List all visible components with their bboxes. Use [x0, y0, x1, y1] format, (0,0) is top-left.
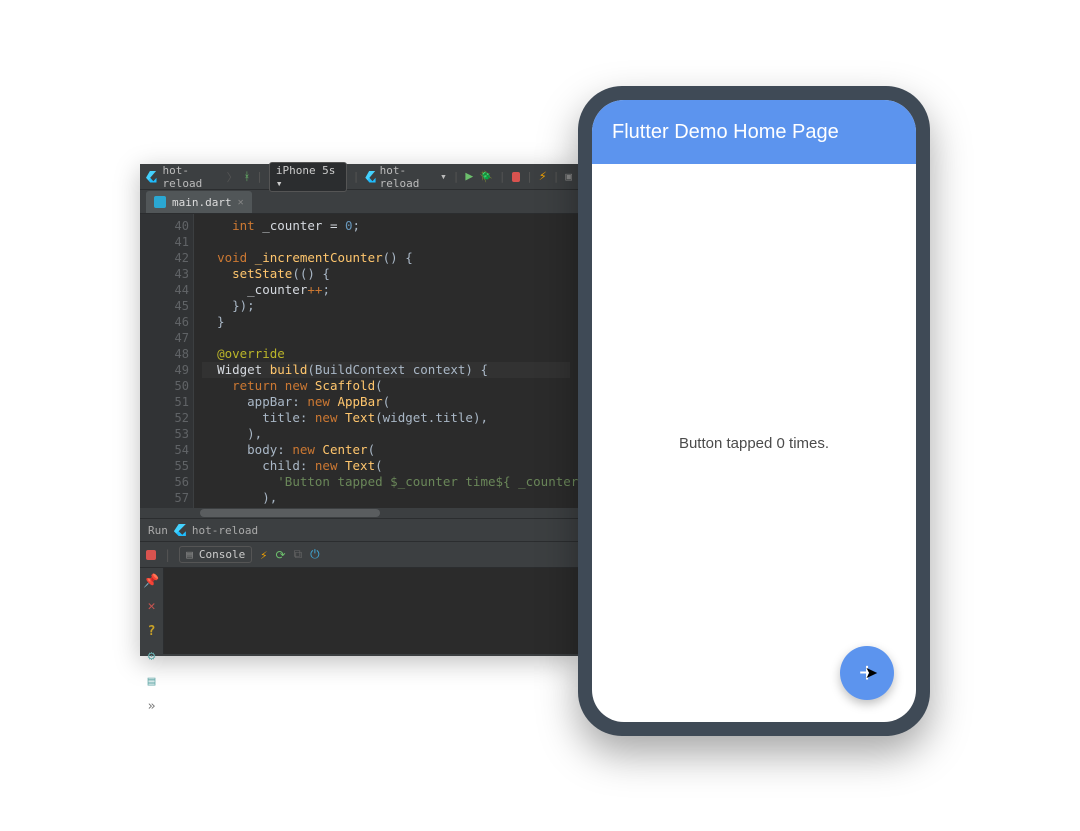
pin-icon[interactable]: 📌 [143, 574, 159, 589]
divider: | [499, 170, 506, 183]
close-panel-icon[interactable]: ✕ [148, 599, 156, 614]
project-name[interactable]: hot-reload [163, 164, 221, 190]
branch-icon: ᚼ [244, 170, 251, 183]
stop-button[interactable] [512, 172, 521, 182]
device-selector[interactable]: iPhone 5s ▾ [269, 162, 347, 192]
flutter-logo-icon [174, 524, 186, 536]
device-screen: Flutter Demo Home Page Button tapped 0 t… [592, 100, 916, 722]
chevron-down-icon: ▾ [440, 170, 447, 183]
console-icon: ▤ [186, 548, 193, 561]
file-tab-label: main.dart [172, 196, 232, 209]
divider: | [453, 170, 460, 183]
console-panel: 📌 ✕ ? ⚙ ▤ » [140, 568, 578, 654]
hot-reload-button[interactable]: ⚡ [539, 169, 547, 184]
run-button[interactable]: ▶ [465, 169, 473, 184]
chevron-down-icon: ▾ [276, 177, 283, 190]
scrollbar-thumb[interactable] [200, 509, 380, 517]
console-toolbar: | ▤ Console ⚡ ⟳ ⧉ ⏻ [140, 542, 578, 568]
inspector-button[interactable]: ⧉ [294, 547, 303, 562]
more-icon[interactable]: ▣ [565, 170, 572, 183]
app-body: Button tapped 0 times. [592, 164, 916, 722]
fab-increment[interactable]: + ➤ [840, 646, 894, 700]
close-icon[interactable]: ✕ [238, 197, 244, 208]
flutter-logo-icon [146, 171, 157, 183]
cursor-icon: ➤ [865, 666, 878, 682]
run-config-label: hot-reload [380, 164, 437, 190]
counter-text: Button tapped 0 times. [679, 435, 829, 452]
console-tab[interactable]: ▤ Console [179, 546, 252, 563]
divider: | [553, 170, 560, 183]
expand-icon[interactable]: » [148, 699, 156, 714]
console-output[interactable] [164, 568, 578, 654]
divider: | [256, 170, 263, 183]
run-config-selector[interactable]: hot-reload ▾ [365, 164, 446, 190]
horizontal-scrollbar[interactable] [140, 508, 578, 518]
settings-icon[interactable]: ⚙ [148, 649, 156, 664]
open-observatory-button[interactable]: ⏻ [310, 547, 320, 562]
app-bar-title: Flutter Demo Home Page [612, 121, 839, 144]
ide-toolbar: hot-reload 〉 ᚼ | iPhone 5s ▾ | hot-reloa… [140, 164, 578, 190]
app-bar: Flutter Demo Home Page [592, 100, 916, 164]
divider: 〉 [227, 169, 238, 185]
stop-button[interactable] [146, 550, 156, 560]
debug-button[interactable]: 🪲 [479, 170, 493, 183]
divider: | [353, 170, 360, 183]
hot-reload-button[interactable]: ⚡ [260, 548, 267, 562]
run-panel-header[interactable]: Run hot-reload [140, 518, 578, 542]
console-sidebar: 📌 ✕ ? ⚙ ▤ » [140, 568, 164, 654]
code-area[interactable]: int _counter = 0; void _incrementCounter… [194, 214, 578, 518]
run-panel-label: Run [148, 524, 168, 537]
code-editor[interactable]: 4041424344454647484950515253545556575859… [140, 214, 578, 518]
restart-button[interactable]: ⟳ [275, 548, 285, 562]
divider: | [526, 170, 533, 183]
help-icon[interactable]: ? [148, 624, 156, 639]
dart-file-icon [154, 196, 166, 208]
console-tab-label: Console [199, 548, 245, 561]
flutter-logo-icon [365, 171, 375, 183]
run-panel-config: hot-reload [192, 524, 258, 537]
device-label: iPhone 5s [276, 164, 336, 177]
line-number-gutter: 4041424344454647484950515253545556575859 [140, 214, 194, 518]
device-frame: Flutter Demo Home Page Button tapped 0 t… [578, 86, 930, 736]
ide-window: hot-reload 〉 ᚼ | iPhone 5s ▾ | hot-reloa… [140, 164, 578, 656]
file-tab-main-dart[interactable]: main.dart ✕ [146, 191, 252, 213]
file-tab-bar: main.dart ✕ [140, 190, 578, 214]
divider: | [164, 548, 171, 562]
more-icon[interactable]: ▤ [148, 674, 156, 689]
